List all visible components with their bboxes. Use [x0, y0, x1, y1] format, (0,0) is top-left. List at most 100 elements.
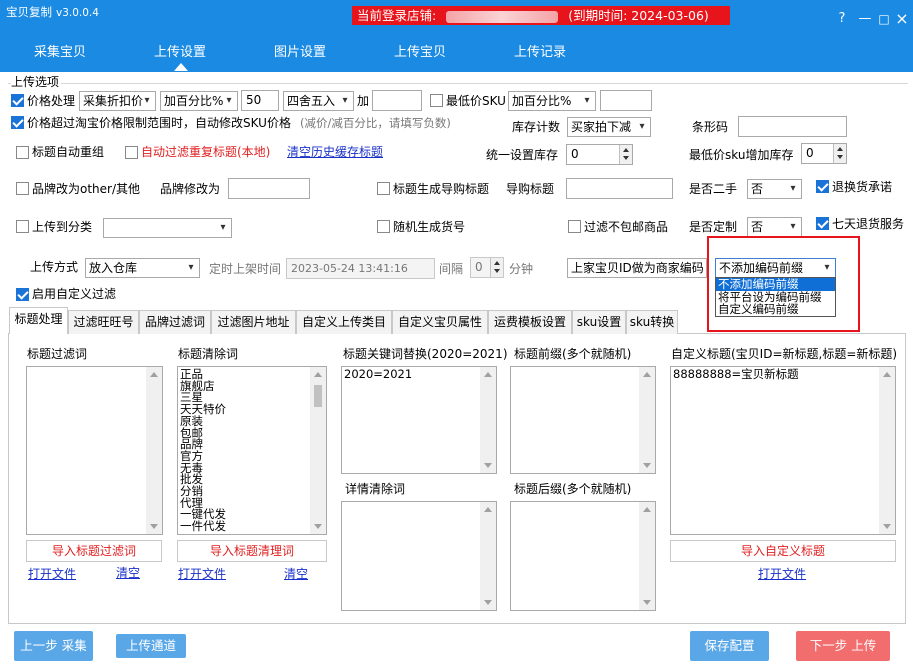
price-add-mode-select[interactable]: 加百分比% ▾ — [160, 91, 238, 111]
import-filter-button[interactable]: 导入标题过滤词 — [26, 540, 162, 562]
unified-stock-spinner[interactable]: 0 — [566, 144, 633, 165]
lowest-price-value-input[interactable] — [600, 90, 652, 111]
custom-title-textarea[interactable]: 88888888=宝贝新标题 — [670, 366, 896, 535]
scrollbar[interactable] — [879, 367, 895, 534]
scroll-down-icon[interactable] — [314, 524, 322, 529]
scroll-up-icon[interactable] — [643, 507, 651, 512]
help-button[interactable]: ? — [831, 8, 853, 30]
subtab-brand-filter[interactable]: 品牌过滤词 — [139, 310, 211, 334]
enable-custom-filter-checkbox[interactable] — [16, 288, 29, 301]
limit-price-checkbox[interactable] — [11, 116, 24, 129]
keyword-replace-textarea[interactable]: 2020=2021 — [341, 366, 497, 474]
subtab-sku-settings[interactable]: sku设置 — [572, 310, 626, 334]
clear-words-textarea[interactable]: 正品 旗舰店 三星 天天特价 原装 包邮 品牌 官方 无毒 批发 分销 代理 一… — [177, 366, 327, 535]
scroll-up-icon[interactable] — [314, 372, 322, 377]
next-step-button[interactable]: 下一步 上传 — [796, 631, 890, 661]
brand-other-checkbox[interactable] — [16, 182, 29, 195]
scroll-thumb[interactable] — [314, 385, 322, 407]
limit-price-hint: (减价/减百分比，请填写负数) — [300, 116, 451, 130]
upload-mode-select[interactable]: 放入仓库 ▾ — [85, 258, 200, 278]
open-file-link-clear[interactable]: 打开文件 — [178, 566, 226, 582]
custom-title-title: 自定义标题(宝贝ID=新标题,标题=新标题) — [671, 347, 898, 361]
prefix-textarea[interactable] — [510, 366, 656, 474]
brand-modify-input[interactable] — [228, 178, 310, 199]
tab-upload-items[interactable]: 上传宝贝 — [392, 41, 448, 60]
second-hand-label: 是否二手 — [689, 182, 738, 196]
seven-day-return-checkbox[interactable] — [816, 217, 829, 230]
tab-upload-settings[interactable]: 上传设置 — [152, 41, 208, 60]
detail-clear-textarea[interactable] — [341, 501, 497, 611]
scroll-down-icon[interactable] — [484, 463, 492, 468]
price-mode-select[interactable]: 采集折扣价 ▾ — [79, 91, 156, 111]
store-name-redacted — [446, 10, 559, 23]
scroll-up-icon[interactable] — [150, 372, 158, 377]
tab-upload-log[interactable]: 上传记录 — [512, 41, 568, 60]
subtab-freight-template[interactable]: 运费模板设置 — [488, 310, 572, 334]
lowest-sku-stock-spinner[interactable]: 0 — [801, 143, 847, 164]
scroll-up-icon[interactable] — [484, 507, 492, 512]
subtab-title-handle[interactable]: 标题处理 — [9, 307, 68, 334]
open-file-link-filter[interactable]: 打开文件 — [28, 566, 76, 582]
spinner-arrows-icon[interactable] — [490, 258, 503, 277]
auto-filter-dup-checkbox[interactable] — [125, 146, 138, 159]
import-custom-title-button[interactable]: 导入自定义标题 — [670, 540, 896, 562]
second-hand-select[interactable]: 否 ▾ — [747, 179, 802, 199]
scheduled-time-input[interactable]: 2023-05-24 13:41:16 — [286, 258, 435, 279]
subtab-filter-image-url[interactable]: 过滤图片地址 — [211, 310, 296, 334]
scroll-up-icon[interactable] — [643, 372, 651, 377]
subtab-custom-category[interactable]: 自定义上传类目 — [296, 310, 392, 334]
gen-shopping-title-checkbox[interactable] — [377, 182, 390, 195]
merchant-code-select[interactable]: 上家宝贝ID做为商家编码 — [567, 258, 707, 278]
price-handle-checkbox[interactable] — [11, 94, 24, 107]
barcode-input[interactable] — [738, 116, 847, 137]
upload-channel-button[interactable]: 上传通道 — [116, 634, 186, 658]
clear-link-clear[interactable]: 清空 — [284, 566, 308, 582]
scrollbar[interactable] — [146, 367, 162, 534]
scrollbar[interactable] — [639, 502, 655, 610]
interval-spinner[interactable]: 0 — [470, 257, 504, 278]
lowest-price-add-select[interactable]: 加百分比% ▾ — [508, 91, 596, 111]
scroll-down-icon[interactable] — [643, 463, 651, 468]
upload-category-select[interactable]: ▾ — [103, 218, 232, 238]
auto-regroup-checkbox[interactable] — [16, 146, 29, 159]
prev-step-button[interactable]: 上一步 采集 — [14, 631, 93, 661]
scroll-down-icon[interactable] — [484, 600, 492, 605]
filter-no-free-shipping-checkbox[interactable] — [568, 220, 581, 233]
inventory-count-select[interactable]: 买家拍下减 ▾ — [567, 117, 651, 137]
nav-bar — [0, 34, 913, 72]
clear-history-link[interactable]: 清空历史缓存标题 — [287, 144, 383, 160]
lowest-price-sku-checkbox[interactable] — [430, 94, 443, 107]
tab-collect[interactable]: 采集宝贝 — [32, 41, 88, 60]
random-item-no-checkbox[interactable] — [377, 220, 390, 233]
import-clear-button[interactable]: 导入标题清理词 — [177, 540, 327, 562]
shopping-title-input[interactable] — [566, 178, 673, 199]
return-promise-checkbox[interactable] — [816, 180, 829, 193]
scrollbar[interactable] — [480, 367, 496, 473]
close-button[interactable]: × — [891, 8, 913, 30]
clear-link-filter[interactable]: 清空 — [116, 565, 140, 581]
upload-category-checkbox[interactable] — [16, 220, 29, 233]
filter-words-textarea[interactable] — [26, 366, 163, 535]
custom-made-select[interactable]: 否 ▾ — [747, 217, 802, 237]
price-value-input[interactable]: 50 — [241, 90, 279, 111]
subtab-custom-attributes[interactable]: 自定义宝贝属性 — [392, 310, 488, 334]
rounding-select[interactable]: 四舍五入 ▾ — [283, 91, 354, 111]
subtab-sku-convert[interactable]: sku转换 — [626, 310, 678, 334]
scroll-up-icon[interactable] — [484, 372, 492, 377]
scroll-down-icon[interactable] — [643, 600, 651, 605]
spinner-arrows-icon[interactable] — [619, 145, 632, 164]
plus-value-input[interactable] — [372, 90, 422, 111]
spinner-arrows-icon[interactable] — [833, 144, 846, 163]
scroll-up-icon[interactable] — [883, 372, 891, 377]
save-config-button[interactable]: 保存配置 — [690, 631, 769, 661]
scrollbar[interactable] — [310, 367, 326, 534]
subtab-filter-wangwang[interactable]: 过滤旺旺号 — [68, 310, 139, 334]
tab-image-settings[interactable]: 图片设置 — [272, 41, 328, 60]
scrollbar[interactable] — [480, 502, 496, 610]
open-file-link-custom[interactable]: 打开文件 — [758, 566, 806, 582]
auto-regroup-label: 标题自动重组 — [32, 145, 105, 159]
scrollbar[interactable] — [639, 367, 655, 473]
scroll-down-icon[interactable] — [883, 524, 891, 529]
suffix-textarea[interactable] — [510, 501, 656, 611]
scroll-down-icon[interactable] — [150, 524, 158, 529]
